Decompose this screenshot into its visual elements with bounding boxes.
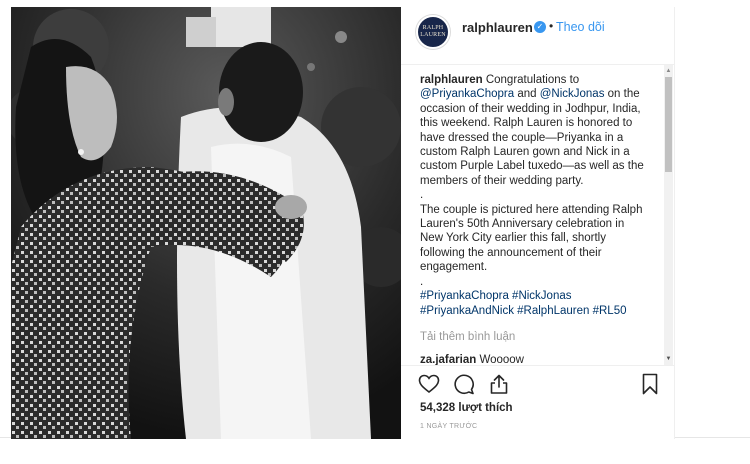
post-timestamp[interactable]: 1 NGÀY TRƯỚC (420, 423, 477, 430)
bookmark-icon[interactable] (638, 372, 662, 396)
comments-section[interactable]: ralphlauren Congratulations to @Priyanka… (401, 64, 675, 365)
post-detail-panel: RALPH LAUREN ralphlauren ✓ • Theo dõi ra… (401, 7, 675, 439)
share-icon[interactable] (487, 372, 511, 396)
mention-nick-link[interactable]: @NickJonas (540, 88, 605, 100)
caption-separator-1: . (420, 189, 424, 202)
hashtags-link[interactable]: #PriyankaChopra #NickJonas #PriyankaAndN… (420, 290, 627, 316)
mention-priyanka-link[interactable]: @PriyankaChopra (420, 88, 514, 100)
comment-icon[interactable] (452, 372, 476, 396)
caption-separator-2: . (420, 275, 424, 288)
follow-button[interactable]: Theo dõi (556, 20, 605, 34)
post-actions: 54,328 lượt thích 1 NGÀY TRƯỚC (401, 365, 675, 439)
avatar[interactable]: RALPH LAUREN (416, 15, 450, 49)
scroll-down-arrow-icon[interactable]: ▼ (664, 355, 673, 364)
caption-author[interactable]: ralphlauren (420, 74, 483, 86)
likes-count[interactable]: 54,328 lượt thích (420, 402, 513, 414)
caption-text-3: on the occasion of their wedding in Jodh… (420, 88, 644, 187)
load-more-comments-button[interactable]: Tải thêm bình luận (420, 331, 515, 343)
verified-badge-icon: ✓ (534, 21, 546, 33)
heart-icon[interactable] (417, 372, 441, 396)
post-photo[interactable] (11, 7, 401, 439)
avatar-text-line-2: LAUREN (420, 32, 446, 38)
post-username[interactable]: ralphlauren (462, 20, 533, 35)
post-caption: ralphlauren Congratulations to @Priyanka… (420, 73, 646, 318)
post-header: RALPH LAUREN ralphlauren ✓ • Theo dõi (401, 7, 675, 51)
caption-text-2: and (514, 88, 540, 101)
separator-dot: • (549, 19, 554, 33)
scroll-up-arrow-icon[interactable]: ▲ (664, 67, 673, 76)
comments-scrollbar[interactable]: ▲ ▼ (664, 65, 673, 365)
couple-photo-image (11, 7, 401, 439)
comment-username[interactable]: za.jafarian (420, 354, 476, 365)
caption-paragraph-2: The couple is pictured here attending Ra… (420, 203, 643, 274)
scrollbar-thumb[interactable] (665, 77, 672, 172)
avatar-text-line-1: RALPH (422, 25, 444, 31)
caption-text-1: Congratulations to (482, 74, 580, 86)
comment-text: Woooow (479, 354, 524, 365)
comment-item: za.jafarian Woooow (420, 354, 524, 365)
